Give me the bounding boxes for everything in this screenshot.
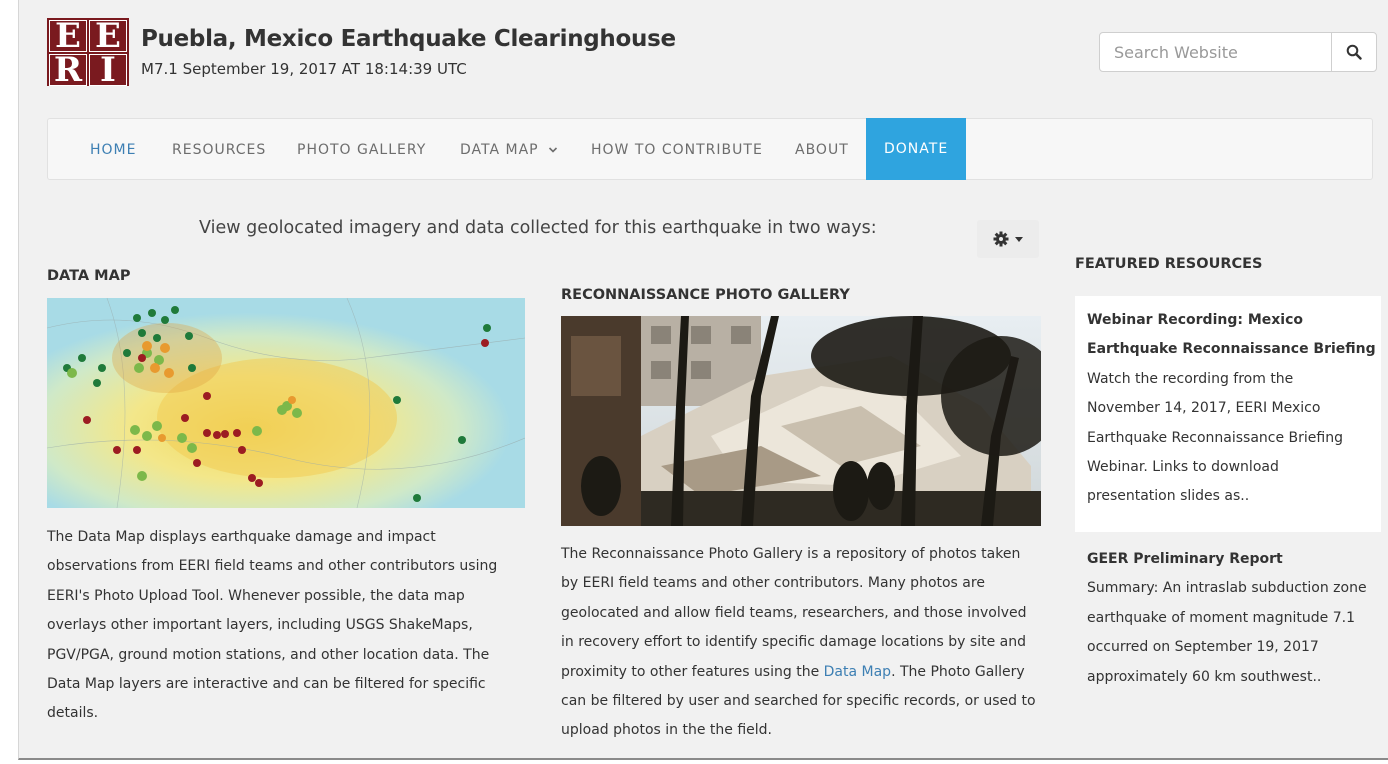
webinar-body: November 14, 2017, EERI Mexico: [1087, 400, 1321, 417]
collapsed-building-photo: [561, 316, 1041, 526]
gallery-description: The Reconnaissance Photo Gallery is a re…: [561, 540, 1055, 746]
webinar-body: Earthquake Reconnaissance Briefing: [1087, 429, 1343, 446]
nav-resources[interactable]: RESOURCES: [172, 119, 266, 179]
caret-down-icon: [1015, 236, 1023, 242]
webinar-content: Webinar Recording: Mexico Earthquake Rec…: [1087, 306, 1377, 512]
page: E E R I Puebla, Mexico Earthquake Cleari…: [18, 0, 1388, 760]
search-box: [1099, 32, 1377, 72]
webinar-title[interactable]: Earthquake Reconnaissance Briefing: [1087, 335, 1377, 364]
gallery-line: The Reconnaissance Photo Gallery is a re…: [561, 546, 1021, 562]
logo-letter: E: [49, 19, 87, 53]
search-icon: [1346, 44, 1362, 60]
webinar-body: presentation slides as..: [1087, 488, 1250, 505]
nav-how-to-contribute[interactable]: HOW TO CONTRIBUTE: [591, 119, 763, 179]
data-map-link[interactable]: Data Map: [824, 664, 891, 680]
search-input[interactable]: [1100, 33, 1332, 71]
data-map-line: observations from EERI field teams and o…: [47, 558, 498, 575]
data-map-heading: DATA MAP: [47, 268, 131, 284]
data-map-line: Data Map layers are interactive and can …: [47, 676, 486, 693]
gallery-image[interactable]: [561, 316, 1041, 526]
search-button[interactable]: [1331, 33, 1376, 71]
map-thumbnail: [47, 298, 525, 508]
nav-data-map[interactable]: DATA MAP: [460, 119, 558, 179]
intro-text: View geolocated imagery and data collect…: [199, 218, 877, 238]
webinar-body: Watch the recording from the: [1087, 370, 1294, 387]
site-subtitle: M7.1 September 19, 2017 AT 18:14:39 UTC: [141, 60, 467, 78]
data-map-image[interactable]: [47, 298, 525, 508]
gallery-text: . The Photo Gallery: [891, 663, 1025, 680]
data-map-line: The Data Map displays earthquake damage …: [47, 529, 436, 545]
nav-home[interactable]: HOME: [90, 119, 136, 179]
gallery-line: upload photos in the the field.: [561, 722, 772, 739]
data-map-line: PGV/PGA, ground motion stations, and oth…: [47, 646, 490, 663]
logo-letter: I: [89, 53, 127, 87]
data-map-line: details.: [47, 705, 99, 722]
eeri-logo[interactable]: E E R I: [47, 18, 129, 87]
geer-body: earthquake of moment magnitude 7.1: [1087, 609, 1355, 626]
gallery-line-with-link: proximity to other features using the Da…: [561, 658, 1055, 687]
nav-about[interactable]: ABOUT: [795, 119, 849, 179]
data-map-description: The Data Map displays earthquake damage …: [47, 523, 527, 729]
gear-icon: [993, 231, 1009, 247]
geer-body: occurred on September 19, 2017: [1087, 639, 1319, 656]
nav-photo-gallery[interactable]: PHOTO GALLERY: [297, 119, 426, 179]
gallery-line: can be filtered by user and searched for…: [561, 693, 1036, 710]
geer-title[interactable]: GEER Preliminary Report: [1087, 545, 1379, 574]
nav-donate[interactable]: DONATE: [866, 118, 967, 180]
gallery-text: proximity to other features using the: [561, 663, 824, 680]
geer-body: approximately 60 km southwest..: [1087, 668, 1322, 685]
chevron-down-icon: [549, 147, 558, 153]
featured-heading: FEATURED RESOURCES: [1075, 256, 1263, 272]
settings-dropdown[interactable]: [977, 220, 1039, 258]
webinar-title[interactable]: Webinar Recording: Mexico: [1087, 306, 1377, 335]
main-nav: HOME RESOURCES PHOTO GALLERY DATA MAP HO…: [47, 118, 1373, 180]
site-title[interactable]: Puebla, Mexico Earthquake Clearinghouse: [141, 26, 676, 52]
gallery-line: geolocated and allow field teams, resear…: [561, 604, 1027, 621]
gallery-line: by EERI field teams and other contributo…: [561, 575, 985, 592]
geer-body: Summary: An intraslab subduction zone: [1087, 580, 1367, 597]
nav-data-map-label: DATA MAP: [460, 142, 539, 158]
featured-card-webinar[interactable]: Webinar Recording: Mexico Earthquake Rec…: [1075, 296, 1381, 532]
featured-card-geer: GEER Preliminary Report Summary: An intr…: [1087, 545, 1379, 692]
logo-letter: R: [49, 53, 87, 87]
logo-letter: E: [89, 19, 127, 53]
webinar-body: Webinar. Links to download: [1087, 459, 1279, 476]
gallery-heading: RECONNAISSANCE PHOTO GALLERY: [561, 287, 850, 303]
gallery-line: in recovery effort to identify specific …: [561, 634, 1026, 651]
data-map-line: EERI's Photo Upload Tool. Whenever possi…: [47, 587, 465, 604]
data-map-line: overlays other important layers, includi…: [47, 617, 473, 634]
